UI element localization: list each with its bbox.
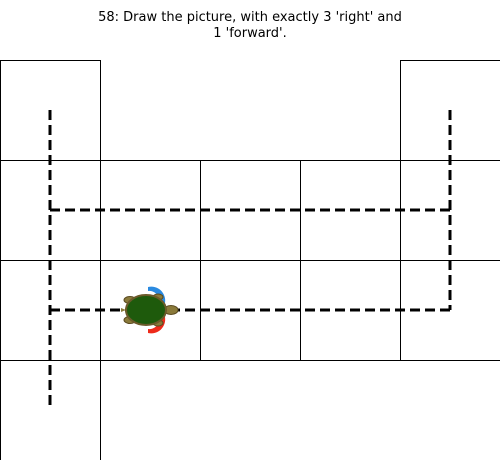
grid [0,60,500,460]
puzzle-board [0,60,500,460]
grid-cell [0,360,101,460]
turtle-icon [121,286,179,334]
turtle-shell [125,294,167,326]
